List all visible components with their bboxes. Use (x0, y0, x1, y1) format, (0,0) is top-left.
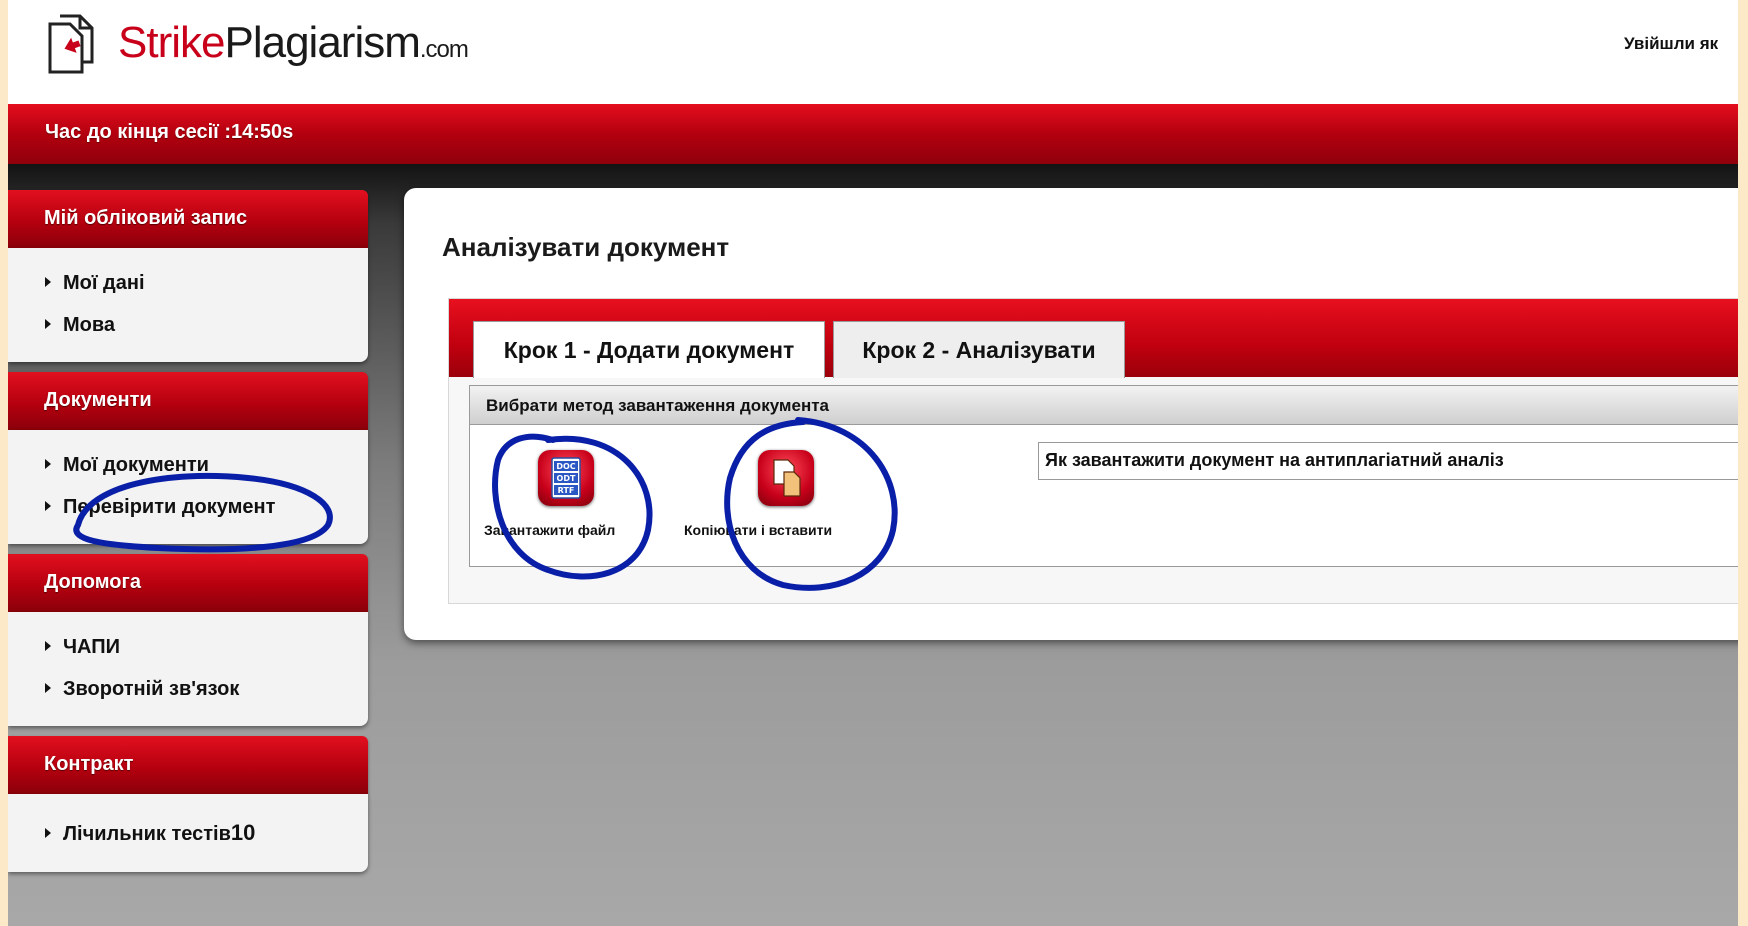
session-bar: Час до кінця сесії :14:50s (8, 104, 1738, 164)
sidebar-item-faq[interactable]: ЧАПИ (45, 636, 120, 659)
sidebar-header-documents: Документи (8, 372, 368, 430)
file-type-doc: DOC (556, 462, 575, 471)
sidebar-item-my-documents[interactable]: Мої документи (45, 454, 209, 477)
upload-file-icon[interactable]: DOC ODT RTF (538, 450, 594, 506)
file-types-icon: DOC ODT RTF (551, 457, 581, 499)
sidebar-title: Документи (44, 389, 152, 411)
sidebar-item-label: Мої документи (63, 454, 209, 476)
logo-strike: Strike (118, 18, 225, 67)
tab-step-2[interactable]: Крок 2 - Аналізувати (833, 321, 1125, 378)
copy-paste-icon[interactable] (758, 450, 814, 506)
sidebar-section-documents: Мої документи Перевірити документ (8, 430, 368, 544)
main-panel: Аналізувати документ Крок 1 - Додати док… (404, 188, 1738, 640)
help-link-box[interactable]: Як завантажити документ на антиплагіатни… (1038, 442, 1738, 480)
triangle-right-icon (45, 683, 51, 693)
user-status: Увійшли як (1624, 34, 1719, 53)
upload-file-label[interactable]: Завантажити файл (484, 522, 615, 538)
triangle-right-icon (45, 277, 51, 287)
sidebar-item-language[interactable]: Мова (45, 314, 115, 337)
sidebar-item-label: Мова (63, 314, 116, 336)
upload-method-title: Вибрати метод завантаження документа (486, 396, 830, 415)
test-counter-value: 10 (230, 820, 256, 845)
sidebar-item-label: Мої дані (63, 272, 145, 294)
sidebar-title: Контракт (44, 753, 134, 775)
sidebar-header-help: Допомога (8, 554, 368, 612)
tab-container: Крок 1 - Додати документ Крок 2 - Аналіз… (448, 298, 1738, 604)
sidebar-title: Мій обліковий запис (44, 207, 248, 229)
upload-method-header: Вибрати метод завантаження документа (470, 386, 1738, 425)
file-type-rtf: RTF (558, 486, 575, 495)
site-logo[interactable]: StrikePlagiarism.com (118, 18, 469, 68)
triangle-right-icon (45, 501, 51, 511)
app-window: StrikePlagiarism.com Увійшли як Час до к… (8, 0, 1738, 926)
site-header: StrikePlagiarism.com Увійшли як (8, 0, 1738, 104)
triangle-right-icon (45, 828, 51, 838)
sidebar-item-label: Зворотній зв'язок (63, 678, 240, 700)
page-title: Аналізувати документ (442, 232, 730, 262)
sidebar-header-account: Мій обліковий запис (8, 190, 368, 248)
help-link-text: Як завантажити документ на антиплагіатни… (1045, 450, 1504, 470)
triangle-right-icon (45, 459, 51, 469)
sidebar-item-label: Перевірити документ (63, 496, 276, 518)
sidebar-section-account: Мої дані Мова (8, 248, 368, 362)
sidebar-item-label: ЧАПИ (63, 636, 120, 658)
sidebar-title: Допомога (44, 571, 141, 593)
tab-bar: Крок 1 - Додати документ Крок 2 - Аналіз… (449, 299, 1738, 378)
copy-paste-label[interactable]: Копіювати і вставити (684, 522, 832, 538)
sidebar-item-label: Лічильник тестів (63, 823, 231, 845)
file-type-odt: ODT (557, 474, 576, 483)
triangle-right-icon (45, 641, 51, 651)
session-timer: Час до кінця сесії :14:50s (45, 121, 294, 143)
document-logo-icon (48, 14, 94, 74)
upload-method-box: Вибрати метод завантаження документа DOC… (469, 385, 1738, 567)
logo-com: .com (419, 36, 469, 63)
sidebar-item-my-data[interactable]: Мої дані (45, 272, 145, 295)
sidebar-item-test-counter[interactable]: Лічильник тестів10 (45, 820, 255, 846)
sidebar-section-help: ЧАПИ Зворотній зв'язок (8, 612, 368, 726)
tab-step-1[interactable]: Крок 1 - Додати документ (473, 321, 825, 378)
logo-plagiarism: Plagiarism (224, 18, 420, 67)
copy-pages-icon (773, 459, 801, 497)
sidebar-section-contract: Лічильник тестів10 (8, 794, 368, 872)
sidebar-header-contract: Контракт (8, 736, 368, 794)
sidebar-item-check-document[interactable]: Перевірити документ (45, 496, 275, 519)
sidebar-item-feedback[interactable]: Зворотній зв'язок (45, 678, 239, 701)
triangle-right-icon (45, 319, 51, 329)
